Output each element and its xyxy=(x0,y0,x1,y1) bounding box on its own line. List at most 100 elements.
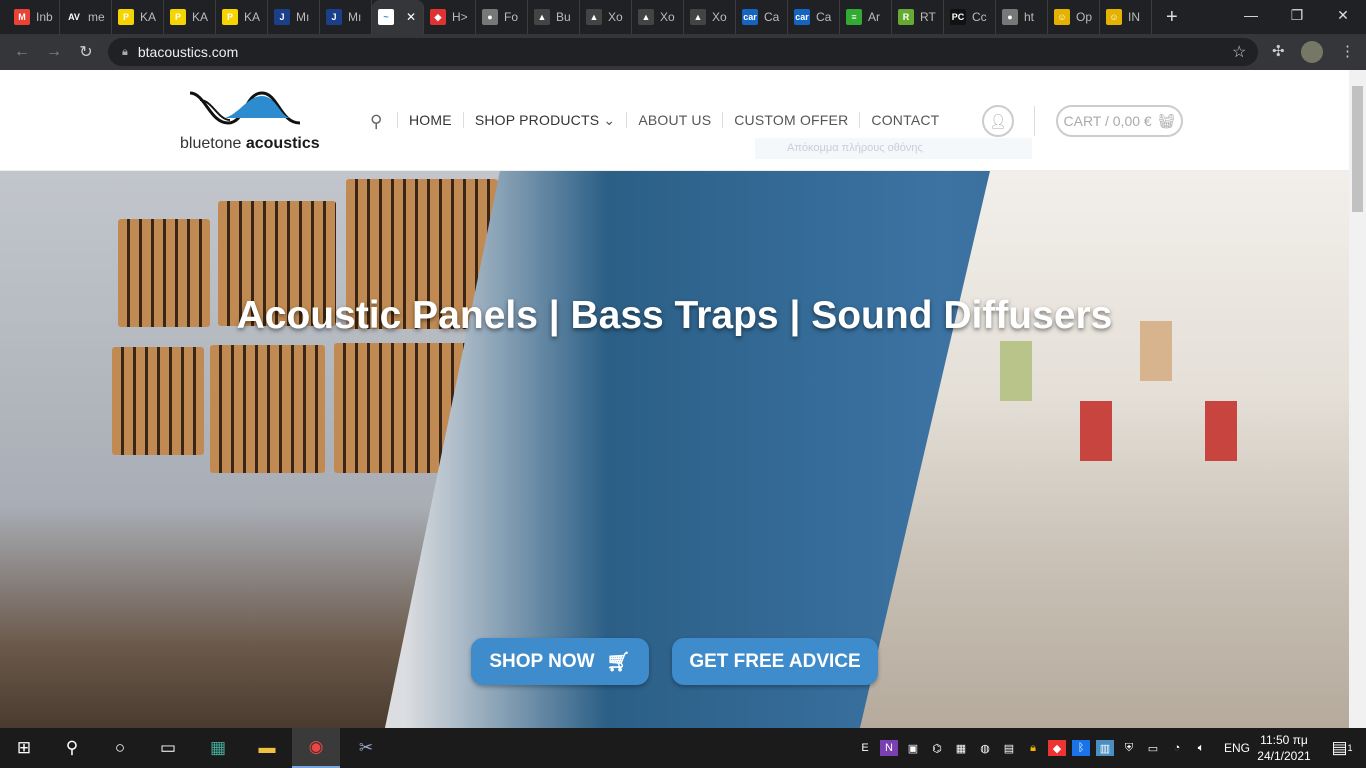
volume-icon[interactable]: 🔈︎ xyxy=(1192,740,1210,756)
car-icon: car xyxy=(794,9,810,25)
browser-tab[interactable]: PC Cc xyxy=(944,0,996,34)
close-button[interactable]: ✕ xyxy=(1320,0,1366,30)
browser-tab[interactable]: ≡ Ar xyxy=(840,0,892,34)
rew-icon: R xyxy=(898,9,914,25)
face-icon: ☺ xyxy=(1106,9,1122,25)
browser-tab[interactable]: ▲ Xo xyxy=(684,0,736,34)
jysk-icon: J xyxy=(326,9,342,25)
scrollbar-thumb[interactable] xyxy=(1352,86,1363,212)
browser-tab[interactable]: ▲ Xo xyxy=(580,0,632,34)
close-tab-icon[interactable]: ✕ xyxy=(406,10,416,24)
browser-tab[interactable]: ● ht xyxy=(996,0,1048,34)
task-view-icon[interactable]: ▭ xyxy=(144,728,192,768)
browser-tab[interactable]: AV me xyxy=(60,0,112,34)
restore-button[interactable]: ❐ xyxy=(1274,0,1320,30)
grid-icon[interactable]: ▦ xyxy=(952,740,970,756)
bluetone-icon: ~ xyxy=(378,9,394,25)
system-tray: E N ▣ ⌬ ▦ ◍ ▤ 🔒︎ ◆ ᛒ ▥ ⛨ ▭ ◔ 🔈︎ ENG xyxy=(856,728,1250,768)
hat-icon: ▲ xyxy=(586,9,602,25)
logo[interactable]: bluetone acoustics xyxy=(180,88,326,153)
snipping-tool-icon[interactable]: ✂ xyxy=(342,728,390,768)
url-input[interactable]: 🔒︎ btacoustics.com xyxy=(108,38,1258,66)
menu-icon[interactable]: ⋮ xyxy=(1340,42,1355,60)
shop-now-label: SHOP NOW xyxy=(489,650,595,672)
new-tab-button[interactable]: + xyxy=(1166,6,1178,29)
notifications-icon[interactable]: ▤ 1 xyxy=(1318,728,1366,768)
file-explorer-icon[interactable]: ▬ xyxy=(243,728,291,768)
hero-banner: Acoustic Panels | Bass Traps | Sound Dif… xyxy=(0,171,1349,728)
profile-avatar[interactable] xyxy=(1301,41,1323,63)
browser-tab[interactable]: P KA xyxy=(164,0,216,34)
nav-about-us[interactable]: ABOUT US xyxy=(626,112,722,128)
p-icon: P xyxy=(170,9,186,25)
face-icon: ☺ xyxy=(1054,9,1070,25)
red-app-icon[interactable]: ◆ xyxy=(1048,740,1066,756)
browser-tab[interactable]: ▲ Xo xyxy=(632,0,684,34)
camera-icon[interactable]: ▣ xyxy=(904,740,922,756)
bluetooth-icon[interactable]: ᛒ xyxy=(1072,740,1090,756)
nav-custom-offer[interactable]: CUSTOM OFFER xyxy=(722,112,859,128)
nav-contact[interactable]: CONTACT xyxy=(859,112,950,128)
battery-icon[interactable]: ▭ xyxy=(1144,740,1162,756)
back-icon[interactable]: ← xyxy=(6,43,38,61)
calculator-icon[interactable]: ▦ xyxy=(194,728,242,768)
display-app-icon[interactable]: ▥ xyxy=(1096,740,1114,756)
browser-tab[interactable]: R RT xyxy=(892,0,944,34)
nav-home[interactable]: HOME xyxy=(397,112,463,128)
cortana-icon[interactable]: ○ xyxy=(96,728,144,768)
start-windows-icon[interactable]: ⊞ xyxy=(0,728,48,768)
clock[interactable]: 11:50 πμ 24/1/2021 xyxy=(1252,732,1316,764)
browser-tab[interactable]: ~ ✕ xyxy=(372,0,424,34)
p-icon: P xyxy=(222,9,238,25)
chevron-down-icon: ⌄ xyxy=(603,112,616,128)
get-free-advice-button[interactable]: GET FREE ADVICE xyxy=(672,638,878,685)
satellite-icon[interactable]: ⌬ xyxy=(928,740,946,756)
bookmark-star-icon[interactable]: ☆ xyxy=(1232,42,1246,62)
chrome-icon[interactable]: ◉ xyxy=(292,728,340,768)
shop-now-button[interactable]: SHOP NOW 🛒︎ xyxy=(471,638,649,685)
divider xyxy=(1034,106,1035,136)
wifi-icon[interactable]: ◔ xyxy=(1168,740,1186,756)
nav-shop-products[interactable]: SHOP PRODUCTS ⌄ xyxy=(462,112,627,128)
tab-title: me xyxy=(88,10,105,24)
browser-tab[interactable]: ● Fo xyxy=(476,0,528,34)
logo-wave-icon xyxy=(189,91,301,125)
browser-tab[interactable]: ◆ H> xyxy=(424,0,476,34)
search-icon[interactable]: ⚲ xyxy=(370,112,382,132)
tab-title: Xo xyxy=(608,10,623,24)
steam-icon[interactable]: ◍ xyxy=(976,740,994,756)
epic-games-icon[interactable]: E xyxy=(856,740,874,756)
reload-icon[interactable]: ↻ xyxy=(70,42,102,62)
browser-tab[interactable]: car Ca xyxy=(788,0,840,34)
lock-icon[interactable]: 🔒︎ xyxy=(1024,740,1042,756)
browser-tab[interactable]: P KA xyxy=(112,0,164,34)
browser-tab[interactable]: P KA xyxy=(216,0,268,34)
forward-icon[interactable]: → xyxy=(38,43,70,61)
minimize-button[interactable]: — xyxy=(1228,0,1274,30)
scrollbar[interactable] xyxy=(1349,70,1366,728)
extensions-icon[interactable]: ✣ xyxy=(1272,42,1285,60)
browser-tab[interactable]: ☺ Op xyxy=(1048,0,1100,34)
browser-tab[interactable]: car Ca xyxy=(736,0,788,34)
browser-tab[interactable]: J Mı xyxy=(268,0,320,34)
browser-tab[interactable]: ▲ Bu xyxy=(528,0,580,34)
security-shield-icon[interactable]: ⛨ xyxy=(1120,740,1138,756)
search-icon[interactable]: ⚲ xyxy=(48,728,96,768)
tab-title: KA xyxy=(244,10,261,24)
browser-tab[interactable]: M Inb xyxy=(8,0,60,34)
tab-title: H> xyxy=(452,10,468,24)
p-icon: P xyxy=(118,9,134,25)
network-status-icon[interactable]: ▤ xyxy=(1000,740,1018,756)
browser-tab[interactable]: ☺ IN xyxy=(1100,0,1152,34)
language-indicator[interactable]: ENG xyxy=(1224,741,1250,755)
account-icon[interactable]: 👤︎ xyxy=(982,105,1014,137)
acoustic-panel-image xyxy=(210,345,325,473)
onenote-icon[interactable]: N xyxy=(880,740,898,756)
clock-date: 24/1/2021 xyxy=(1257,749,1311,763)
globe-icon: ● xyxy=(482,9,498,25)
cart-button[interactable]: CART / 0,00 € 🧺︎ xyxy=(1056,105,1183,137)
tab-title: IN xyxy=(1128,10,1140,24)
browser-tab[interactable]: J Mı xyxy=(320,0,372,34)
basket-icon: 🧺︎ xyxy=(1157,112,1176,129)
tab-title: KA xyxy=(192,10,209,24)
